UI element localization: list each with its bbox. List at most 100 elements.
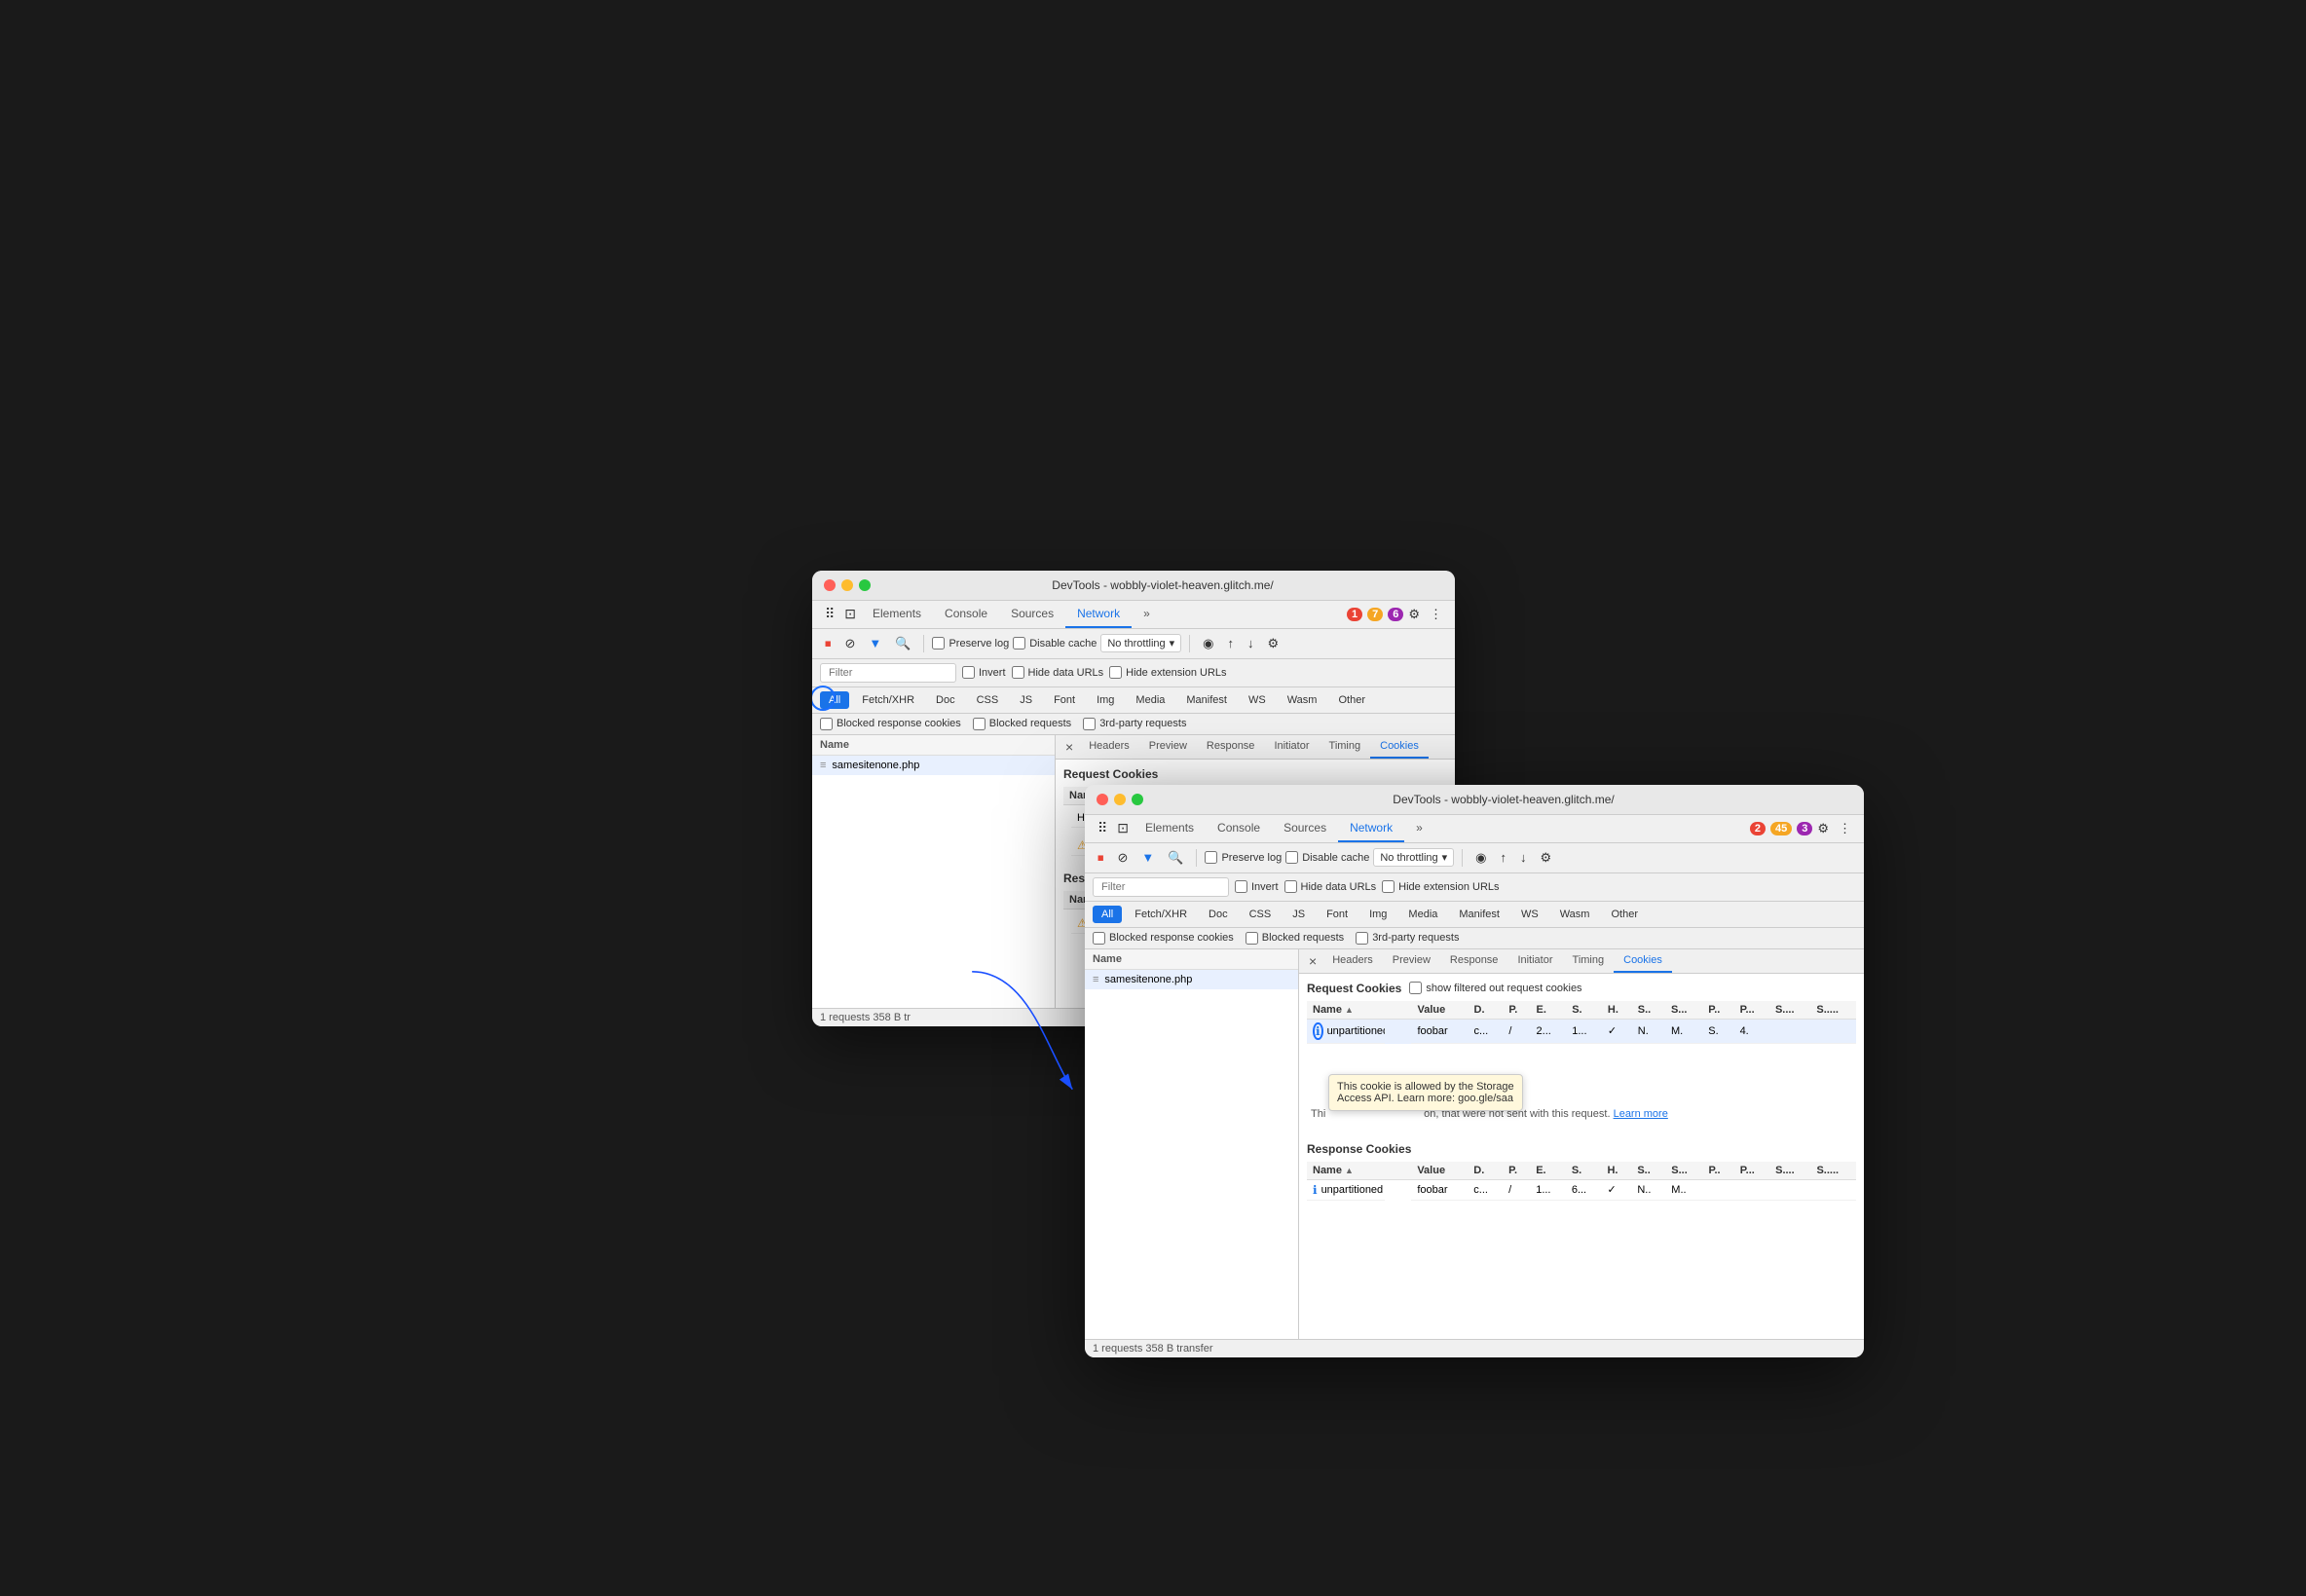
filter-manifest-1[interactable]: Manifest bbox=[1177, 691, 1236, 709]
filter-img-1[interactable]: Img bbox=[1088, 691, 1123, 709]
filter-btn-1[interactable]: ▼ bbox=[864, 633, 886, 653]
hide-data-urls-label-1[interactable]: Hide data URLs bbox=[1012, 666, 1104, 679]
throttle-select-1[interactable]: No throttling ▾ bbox=[1100, 634, 1181, 652]
close-button-2[interactable] bbox=[1097, 794, 1108, 805]
resp-p2-col-h2[interactable]: P.. bbox=[1703, 1162, 1734, 1180]
d-col-h2[interactable]: D. bbox=[1469, 1001, 1504, 1020]
timing-tab-1[interactable]: Timing bbox=[1320, 735, 1371, 759]
hide-ext-urls-checkbox-1[interactable] bbox=[1109, 666, 1122, 679]
devtools-icon-1[interactable]: ⠿ bbox=[820, 603, 839, 625]
resp-p-col-h2[interactable]: P. bbox=[1503, 1162, 1530, 1180]
clear-btn-2[interactable]: ⊘ bbox=[1113, 847, 1134, 869]
filter-font-1[interactable]: Font bbox=[1045, 691, 1084, 709]
search-btn-2[interactable]: 🔍 bbox=[1163, 847, 1188, 869]
more-btn-2[interactable]: ⋮ bbox=[1834, 818, 1856, 839]
device-icon-1[interactable]: ⊡ bbox=[839, 603, 861, 625]
resp-p3-col-h2[interactable]: P... bbox=[1734, 1162, 1769, 1180]
response-tab-2[interactable]: Response bbox=[1440, 949, 1508, 973]
tab-more-2[interactable]: » bbox=[1404, 815, 1434, 842]
device-icon-2[interactable]: ⊡ bbox=[1112, 817, 1134, 839]
stop-btn-2[interactable]: ⏹ bbox=[1093, 847, 1109, 869]
s-col-h2[interactable]: S. bbox=[1566, 1001, 1602, 1020]
invert-label-2[interactable]: Invert bbox=[1235, 880, 1279, 893]
s4-col-h2[interactable]: S.... bbox=[1769, 1001, 1810, 1020]
cookies-tab-1[interactable]: Cookies bbox=[1370, 735, 1429, 759]
filter-manifest-2[interactable]: Manifest bbox=[1450, 906, 1508, 923]
hide-data-urls-label-2[interactable]: Hide data URLs bbox=[1284, 880, 1377, 893]
filter-css-2[interactable]: CSS bbox=[1241, 906, 1281, 923]
filter-other-1[interactable]: Other bbox=[1329, 691, 1374, 709]
tab-network-1[interactable]: Network bbox=[1065, 601, 1132, 628]
throttle-select-2[interactable]: No throttling ▾ bbox=[1373, 848, 1454, 867]
search-btn-1[interactable]: 🔍 bbox=[890, 633, 915, 654]
learn-more-link-2[interactable]: Learn more bbox=[1614, 1108, 1668, 1120]
p-col-h2[interactable]: P. bbox=[1503, 1001, 1530, 1020]
maximize-button-1[interactable] bbox=[859, 579, 871, 591]
filter-doc-1[interactable]: Doc bbox=[927, 691, 964, 709]
filter-doc-2[interactable]: Doc bbox=[1200, 906, 1237, 923]
p3-col-h2[interactable]: P... bbox=[1734, 1001, 1769, 1020]
resp-e-col-h2[interactable]: E. bbox=[1530, 1162, 1566, 1180]
resp-d-col-h2[interactable]: D. bbox=[1468, 1162, 1503, 1180]
download-icon-1[interactable]: ↓ bbox=[1243, 633, 1259, 653]
disable-cache-label-1[interactable]: Disable cache bbox=[1013, 637, 1097, 650]
value-col-h2[interactable]: Value bbox=[1411, 1001, 1468, 1020]
maximize-button-2[interactable] bbox=[1132, 794, 1143, 805]
resp-s4-col-h2[interactable]: S.... bbox=[1769, 1162, 1810, 1180]
blocked-req-label-1[interactable]: Blocked requests bbox=[973, 718, 1071, 730]
resp-s2-col-h2[interactable]: S.. bbox=[1631, 1162, 1665, 1180]
filter-ws-1[interactable]: WS bbox=[1240, 691, 1275, 709]
tab-console-2[interactable]: Console bbox=[1206, 815, 1272, 842]
filter-fetch-2[interactable]: Fetch/XHR bbox=[1126, 906, 1196, 923]
close-detail-btn-2[interactable]: × bbox=[1303, 949, 1322, 973]
disable-cache-checkbox-1[interactable] bbox=[1013, 637, 1025, 650]
filter-img-2[interactable]: Img bbox=[1360, 906, 1395, 923]
filter-wasm-2[interactable]: Wasm bbox=[1551, 906, 1599, 923]
clear-btn-1[interactable]: ⊘ bbox=[840, 633, 861, 654]
filter-js-1[interactable]: JS bbox=[1011, 691, 1041, 709]
info-icon-2[interactable]: ℹ bbox=[1313, 1022, 1323, 1040]
request-item-2[interactable]: ≡ samesitenone.php bbox=[1085, 970, 1298, 989]
preview-tab-1[interactable]: Preview bbox=[1139, 735, 1197, 759]
preserve-log-checkbox-1[interactable] bbox=[932, 637, 945, 650]
hide-ext-urls-label-1[interactable]: Hide extension URLs bbox=[1109, 666, 1226, 679]
close-detail-btn-1[interactable]: × bbox=[1060, 735, 1079, 759]
wifi-icon-1[interactable]: ◉ bbox=[1198, 633, 1218, 654]
tab-elements-1[interactable]: Elements bbox=[861, 601, 933, 628]
hide-data-urls-checkbox-1[interactable] bbox=[1012, 666, 1024, 679]
third-party-cb-1[interactable] bbox=[1083, 718, 1096, 730]
req-cookie-row-2[interactable]: ℹ unpartitioned foobar c... / 2... 1... … bbox=[1307, 1019, 1856, 1044]
filter-media-1[interactable]: Media bbox=[1127, 691, 1173, 709]
download-icon-2[interactable]: ↓ bbox=[1515, 847, 1532, 868]
resp-name-col-h2[interactable]: Name ▲ bbox=[1307, 1162, 1411, 1180]
tab-sources-1[interactable]: Sources bbox=[999, 601, 1065, 628]
resp-value-col-h2[interactable]: Value bbox=[1411, 1162, 1468, 1180]
name-col-h2[interactable]: Name ▲ bbox=[1307, 1001, 1411, 1020]
third-party-label-1[interactable]: 3rd-party requests bbox=[1083, 718, 1186, 730]
tab-console-1[interactable]: Console bbox=[933, 601, 999, 628]
blocked-cookies-label-1[interactable]: Blocked response cookies bbox=[820, 718, 961, 730]
blocked-req-cb-2[interactable] bbox=[1246, 932, 1258, 945]
preserve-log-checkbox-2[interactable] bbox=[1205, 851, 1217, 864]
s2-col-h2[interactable]: S.. bbox=[1632, 1001, 1665, 1020]
filter-input-2[interactable] bbox=[1093, 877, 1229, 897]
blocked-cookies-cb-1[interactable] bbox=[820, 718, 833, 730]
headers-tab-2[interactable]: Headers bbox=[1322, 949, 1383, 973]
blocked-req-cb-1[interactable] bbox=[973, 718, 986, 730]
filter-media-2[interactable]: Media bbox=[1399, 906, 1446, 923]
invert-checkbox-2[interactable] bbox=[1235, 880, 1247, 893]
response-tab-1[interactable]: Response bbox=[1197, 735, 1265, 759]
timing-tab-2[interactable]: Timing bbox=[1563, 949, 1615, 973]
preserve-log-label-2[interactable]: Preserve log bbox=[1205, 851, 1282, 864]
filter-wasm-1[interactable]: Wasm bbox=[1279, 691, 1326, 709]
s5-col-h2[interactable]: S..... bbox=[1810, 1001, 1856, 1020]
third-party-label-2[interactable]: 3rd-party requests bbox=[1356, 932, 1459, 945]
filter-ws-2[interactable]: WS bbox=[1512, 906, 1547, 923]
network-settings-2[interactable]: ⚙ bbox=[1536, 847, 1557, 869]
more-btn-1[interactable]: ⋮ bbox=[1425, 604, 1447, 625]
resp-s5-col-h2[interactable]: S..... bbox=[1810, 1162, 1856, 1180]
devtools-icon-2[interactable]: ⠿ bbox=[1093, 817, 1112, 839]
preserve-log-label-1[interactable]: Preserve log bbox=[932, 637, 1009, 650]
tab-sources-2[interactable]: Sources bbox=[1272, 815, 1338, 842]
show-filtered-label-2[interactable]: show filtered out request cookies bbox=[1409, 982, 1581, 994]
